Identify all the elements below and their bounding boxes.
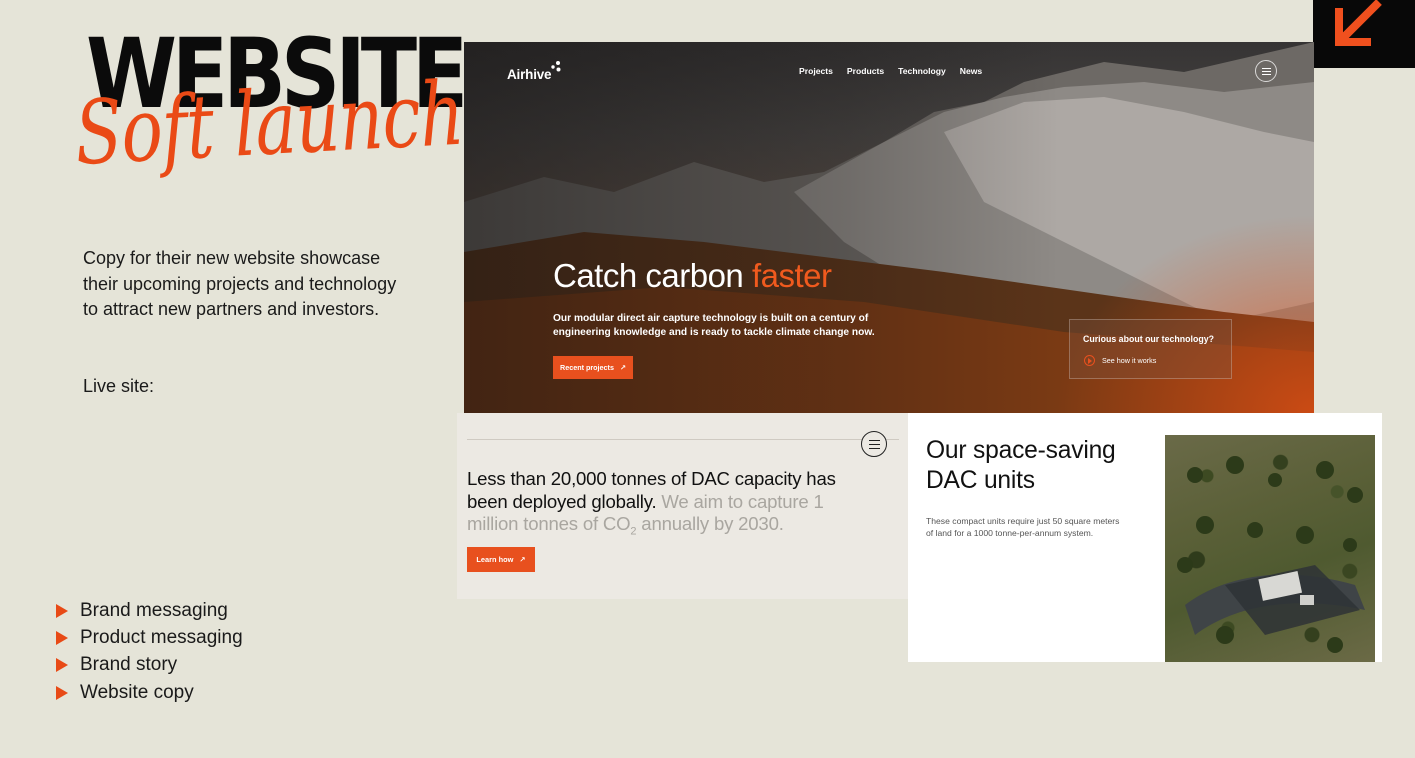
nav-item-projects[interactable]: Projects <box>799 66 833 76</box>
units-body: These compact units require just 50 squa… <box>926 516 1120 539</box>
brand-logo[interactable]: Airhive <box>507 67 552 82</box>
triangle-right-icon <box>56 603 68 618</box>
corner-logo <box>1313 0 1415 68</box>
nav-item-news[interactable]: News <box>960 66 982 76</box>
triangle-right-icon <box>56 631 68 646</box>
list-item: Website copy <box>56 679 243 706</box>
live-site-label: Live site: <box>83 376 155 396</box>
list-item: Brand messaging <box>56 597 243 624</box>
dac-units-section: Our space-saving DAC units These compact… <box>908 413 1382 662</box>
deliverables-list: Brand messaging Product messaging Brand … <box>56 597 243 707</box>
title-block: WEBSITE Soft launch <box>72 22 468 242</box>
list-item: Brand story <box>56 652 243 679</box>
arrow-up-right-icon: ↗ <box>619 363 626 372</box>
teaser-title: Curious about our technology? <box>1083 334 1214 344</box>
nav-item-products[interactable]: Products <box>847 66 884 76</box>
hero-headline: Catch carbon faster <box>553 257 832 294</box>
hero-screenshot: Airhive Projects Products Technology New… <box>464 42 1314 413</box>
learn-how-button[interactable]: Learn how ↗ <box>467 547 535 572</box>
units-heading: Our space-saving DAC units <box>926 437 1116 494</box>
stats-section: Less than 20,000 tonnes of DAC capacity … <box>457 413 910 599</box>
hamburger-menu-icon[interactable] <box>861 431 887 457</box>
see-how-it-works-link[interactable]: See how it works <box>1102 356 1156 365</box>
triangle-right-icon <box>56 685 68 700</box>
recent-projects-button[interactable]: Recent projects ↗ <box>553 356 633 379</box>
technology-teaser-card[interactable]: Curious about our technology? See how it… <box>1069 319 1232 379</box>
triangle-right-icon <box>56 658 68 673</box>
arrow-up-right-icon: ↗ <box>519 555 526 564</box>
logo-dots-icon <box>551 61 561 72</box>
nav-item-technology[interactable]: Technology <box>898 66 946 76</box>
list-item: Product messaging <box>56 624 243 651</box>
aerial-facility-image <box>1165 435 1375 662</box>
main-nav: Projects Products Technology News <box>799 66 982 76</box>
arrow-down-left-icon <box>1335 0 1382 46</box>
intro-text: Copy for their new website showcase thei… <box>83 248 397 320</box>
stats-statement: Less than 20,000 tonnes of DAC capacity … <box>467 468 836 538</box>
hamburger-menu-icon[interactable] <box>1255 60 1277 82</box>
script-subtitle: Soft launch <box>72 61 466 185</box>
hero-subtext: Our modular direct air capture technolog… <box>553 313 875 338</box>
divider <box>467 439 899 440</box>
play-circle-icon[interactable] <box>1084 355 1095 366</box>
